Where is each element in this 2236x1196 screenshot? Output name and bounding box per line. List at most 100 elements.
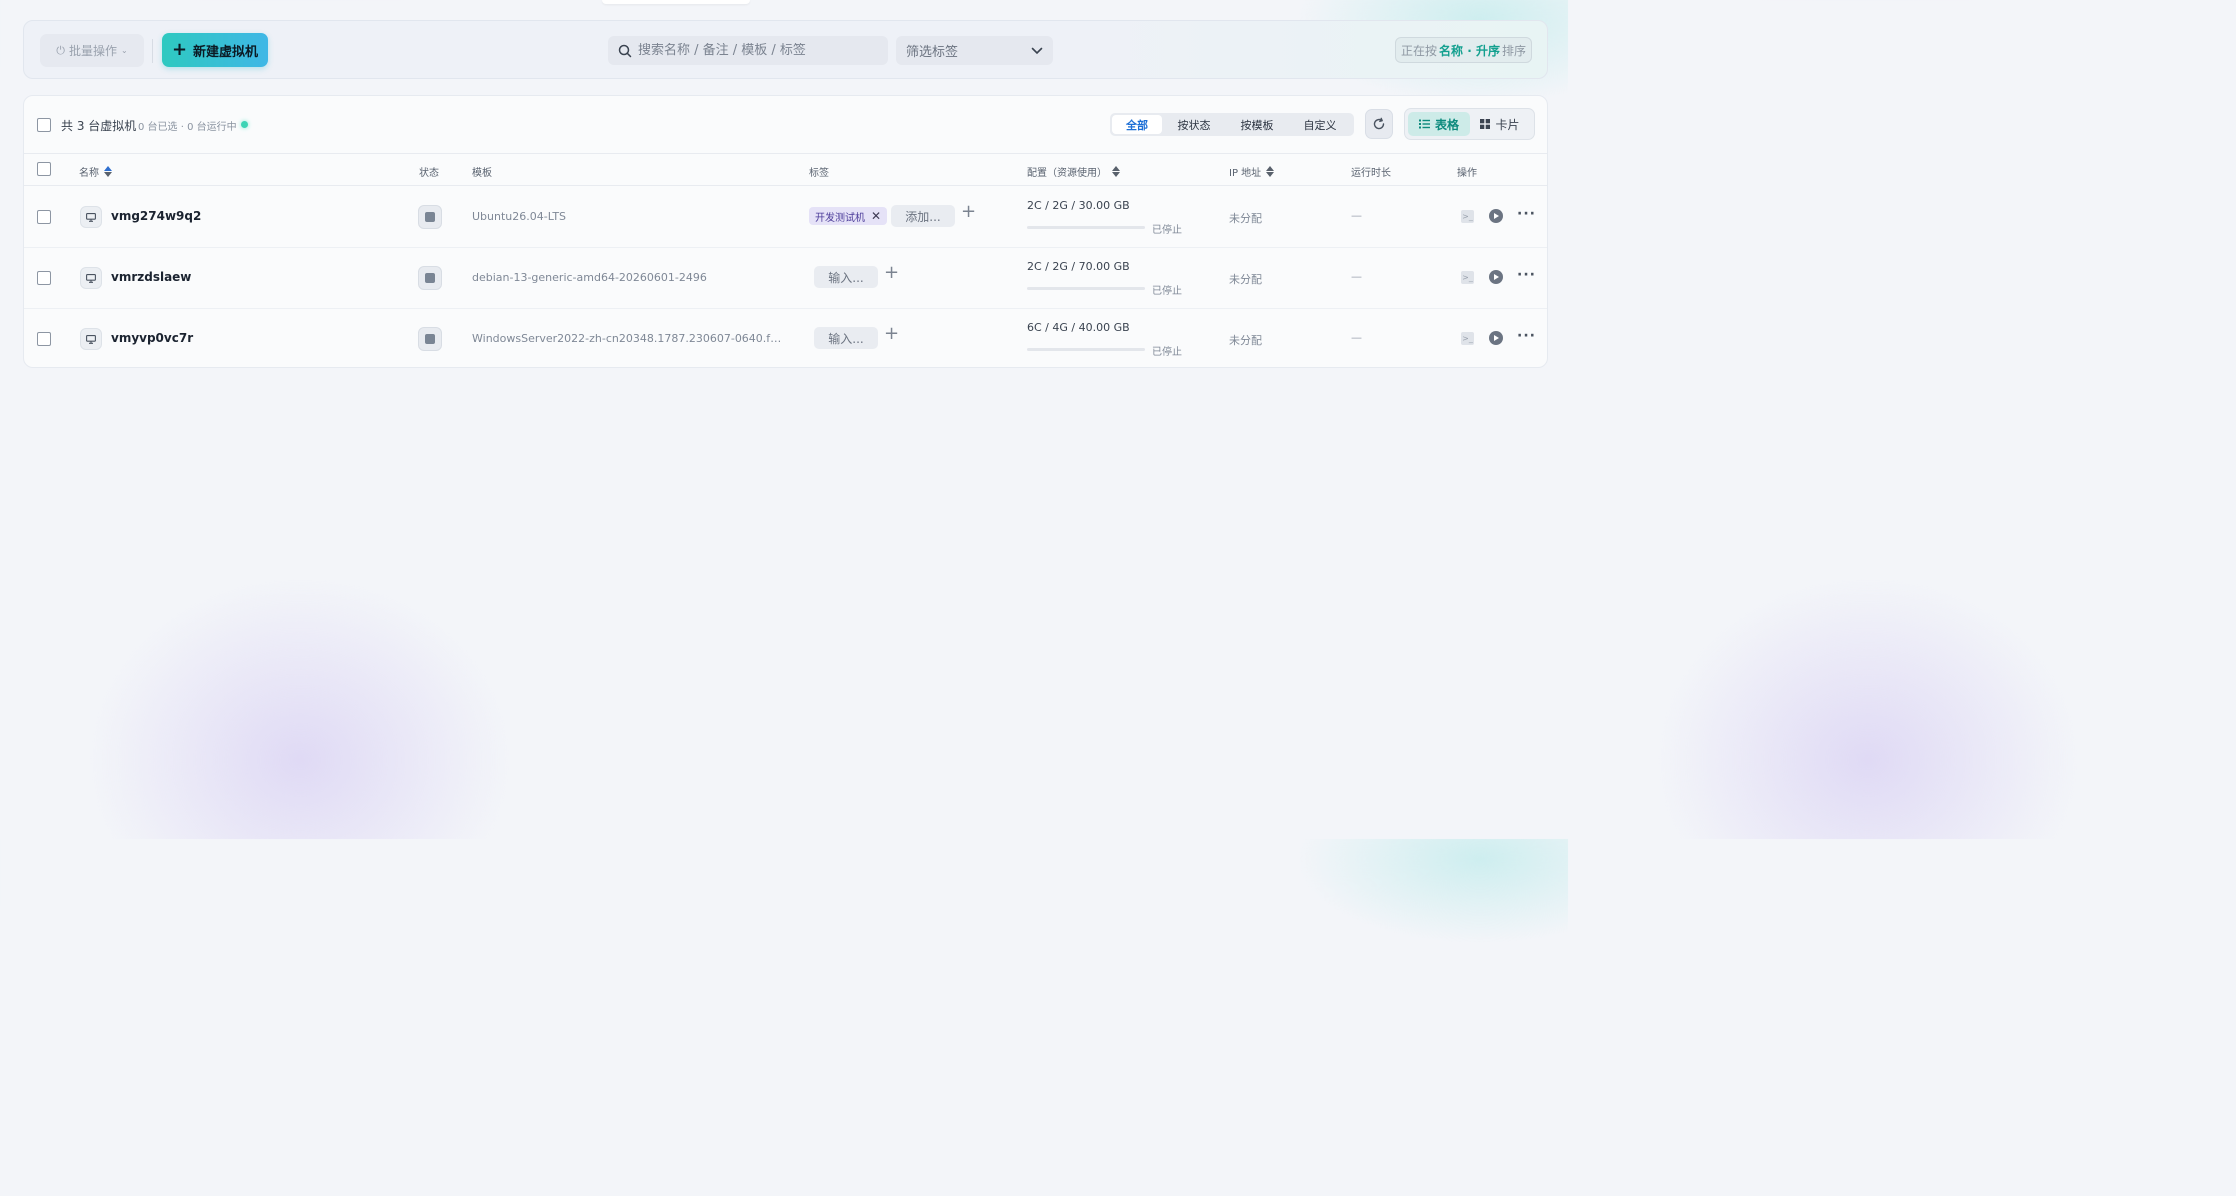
vm-config: 2C / 2G / 30.00 GB [1027, 199, 1130, 212]
table-row[interactable]: vmyvp0vc7r WindowsServer2022-zh-cn20348.… [24, 309, 1547, 367]
tag-filter-select[interactable]: 筛选标签 [896, 36, 1053, 65]
column-name[interactable]: 名称 [79, 164, 112, 179]
column-template: 模板 [472, 164, 492, 179]
card-view-label: 卡片 [1495, 117, 1520, 132]
row-checkbox[interactable] [37, 332, 51, 346]
tag-input[interactable]: 输入... [814, 327, 878, 349]
tag-label: 开发测试机 [815, 212, 865, 224]
search-input[interactable] [638, 43, 868, 58]
toolbar-divider [152, 39, 153, 63]
grid-icon [1480, 119, 1491, 129]
tag-filter-label: 筛选标签 [906, 45, 959, 60]
selection-summary: 0 台已选 · 0 台运行中 [138, 122, 237, 133]
plus-icon: + [171, 39, 188, 60]
stop-square-icon [418, 266, 442, 290]
tab-by-template[interactable]: 按模板 [1226, 115, 1288, 134]
column-config-label: 配置（资源使用） [1027, 168, 1107, 179]
new-vm-button[interactable]: + 新建虚拟机 [162, 33, 268, 67]
table-row[interactable]: vmrzdslaew debian-13-generic-amd64-20260… [24, 248, 1547, 309]
stop-square-icon [418, 327, 442, 351]
select-all-checkbox[interactable] [37, 118, 51, 132]
table-header: 名称 状态 模板 标签 配置（资源使用） IP 地址 运行时长 操作 [24, 154, 1547, 186]
column-tags-label: 标签 [809, 168, 829, 179]
vm-config: 2C / 2G / 70.00 GB [1027, 260, 1130, 273]
vm-name[interactable]: vmg274w9q2 [111, 209, 201, 223]
vm-state: 已停止 [1152, 286, 1182, 297]
search-icon [618, 44, 632, 57]
table-row[interactable]: vmg274w9q2 Ubuntu26.04-LTS 开发测试机 ✕ 添加...… [24, 187, 1547, 248]
panel-header: 共 3 台虚拟机 0 台已选 · 0 台运行中 全部 按状态 按模板 自定义 表… [24, 96, 1547, 154]
search-box[interactable] [608, 36, 888, 65]
more-icon[interactable]: ··· [1517, 206, 1536, 222]
vm-state: 已停止 [1152, 347, 1182, 358]
column-actions: 操作 [1457, 164, 1477, 179]
tab-all[interactable]: 全部 [1112, 115, 1162, 134]
batch-actions-button[interactable]: ⏻ 批量操作 ⌄ [40, 34, 144, 67]
monitor-icon [80, 267, 102, 289]
add-tag-icon[interactable]: + [884, 264, 899, 282]
more-icon[interactable]: ··· [1517, 328, 1536, 344]
column-actions-label: 操作 [1457, 168, 1477, 179]
tag-input[interactable]: 输入... [814, 266, 878, 288]
vm-ip: 未分配 [1229, 334, 1262, 347]
row-checkbox[interactable] [37, 271, 51, 285]
running-indicator-dot [241, 121, 248, 128]
vm-uptime: — [1351, 209, 1362, 222]
vm-template: Ubuntu26.04-LTS [472, 210, 567, 223]
chevron-down-icon [1031, 47, 1043, 54]
column-tags: 标签 [809, 164, 829, 179]
table-view-button[interactable]: 表格 [1408, 112, 1470, 136]
refresh-icon [1373, 117, 1385, 130]
tag-chip: 开发测试机 ✕ [809, 207, 888, 225]
vm-list-panel: 共 3 台虚拟机 0 台已选 · 0 台运行中 全部 按状态 按模板 自定义 表… [23, 95, 1548, 368]
column-ip[interactable]: IP 地址 [1229, 164, 1275, 179]
sort-field: 名称 · 升序 [1439, 43, 1500, 58]
sort-prefix: 正在按 [1401, 43, 1438, 58]
column-config[interactable]: 配置（资源使用） [1027, 164, 1120, 179]
vm-uptime: — [1351, 331, 1362, 344]
sort-indicator[interactable]: 正在按 名称 · 升序 排序 [1395, 37, 1532, 63]
play-icon[interactable] [1489, 270, 1503, 284]
terminal-icon[interactable]: >_ [1461, 271, 1474, 284]
tab-by-status[interactable]: 按状态 [1162, 115, 1226, 134]
row-checkbox[interactable] [37, 210, 51, 224]
vm-uptime: — [1351, 270, 1362, 283]
vm-count: 共 3 台虚拟机 [61, 119, 137, 133]
column-uptime-label: 运行时长 [1351, 168, 1391, 179]
vm-name[interactable]: vmyvp0vc7r [111, 331, 193, 345]
new-vm-label: 新建虚拟机 [193, 44, 259, 60]
vm-ip: 未分配 [1229, 273, 1262, 286]
column-status: 状态 [419, 164, 439, 179]
more-icon[interactable]: ··· [1517, 267, 1536, 283]
column-uptime: 运行时长 [1351, 164, 1391, 179]
vm-template: WindowsServer2022-zh-cn20348.1787.230607… [472, 332, 782, 345]
sort-icon [1112, 166, 1120, 177]
sort-icon [104, 166, 112, 177]
refresh-button[interactable] [1365, 109, 1393, 139]
terminal-icon[interactable]: >_ [1461, 210, 1474, 223]
top-toolbar: ⏻ 批量操作 ⌄ + 新建虚拟机 筛选标签 正在按 名称 · 升序 排序 [23, 20, 1548, 79]
terminal-icon[interactable]: >_ [1461, 332, 1474, 345]
column-template-label: 模板 [472, 168, 492, 179]
vm-state: 已停止 [1152, 225, 1182, 236]
stop-square-icon [418, 205, 442, 229]
vm-config: 6C / 4G / 40.00 GB [1027, 321, 1130, 334]
add-tag-icon[interactable]: + [961, 203, 976, 221]
chevron-down-icon: ⌄ [121, 46, 128, 55]
card-view-button[interactable]: 卡片 [1470, 112, 1530, 136]
column-status-label: 状态 [419, 168, 439, 179]
play-icon[interactable] [1489, 209, 1503, 223]
batch-actions-label: 批量操作 [68, 44, 117, 58]
group-by-tabs: 全部 按状态 按模板 自定义 [1110, 113, 1354, 136]
power-icon: ⏻ [56, 43, 65, 57]
sort-suffix: 排序 [1501, 43, 1526, 58]
play-icon[interactable] [1489, 331, 1503, 345]
tag-input[interactable]: 添加... [891, 205, 955, 227]
tab-custom[interactable]: 自定义 [1288, 115, 1352, 134]
header-select-checkbox[interactable] [37, 162, 51, 176]
add-tag-icon[interactable]: + [884, 325, 899, 343]
column-name-label: 名称 [79, 168, 99, 179]
vm-name[interactable]: vmrzdslaew [111, 270, 191, 284]
close-icon[interactable]: ✕ [871, 209, 881, 223]
sort-icon [1266, 166, 1275, 177]
